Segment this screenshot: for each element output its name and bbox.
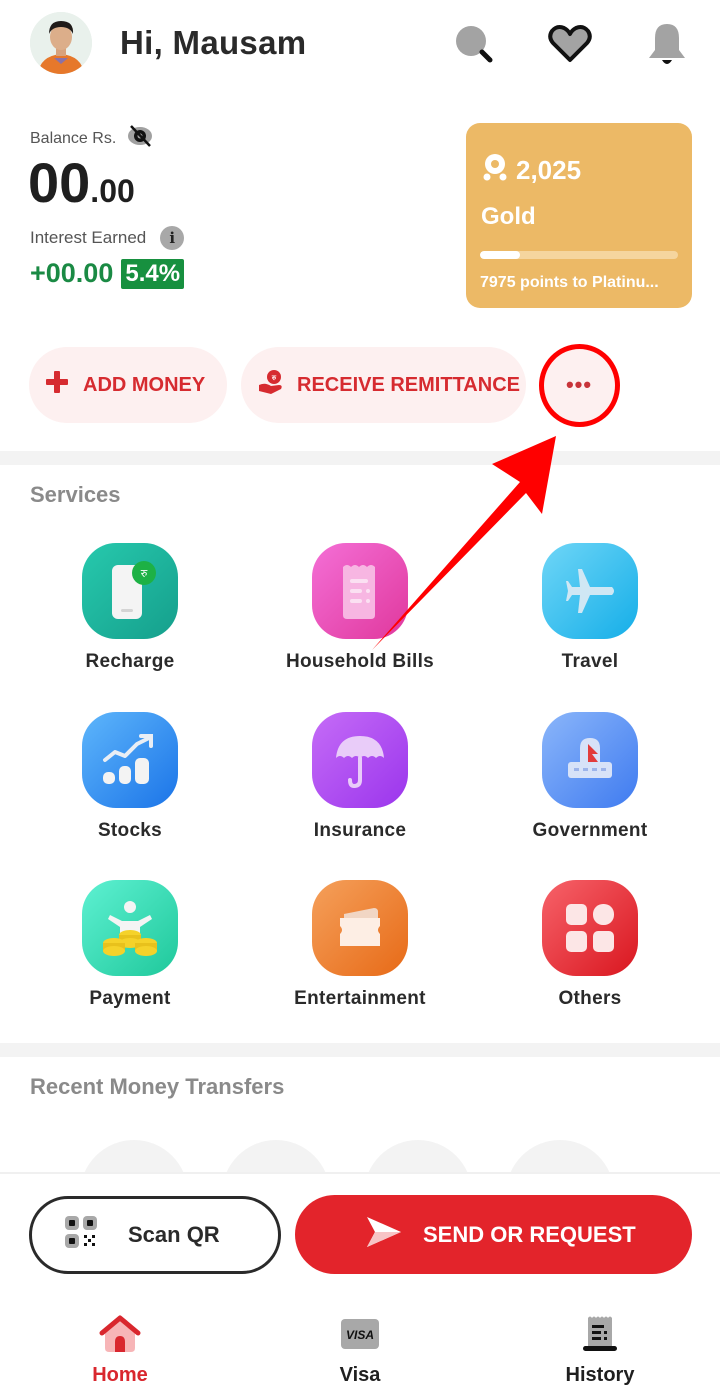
service-label: Government xyxy=(532,820,648,841)
rewards-points: 2,025 xyxy=(482,153,581,188)
greeting-text: Hi, Mausam xyxy=(120,24,307,61)
favorites-heart-icon[interactable] xyxy=(546,20,594,68)
balance-amount: 00.00 xyxy=(28,150,135,215)
more-dots-icon: ••• xyxy=(565,372,593,397)
nav-history[interactable]: History xyxy=(540,1312,660,1387)
scan-qr-button[interactable]: Scan QR xyxy=(29,1196,281,1274)
service-insurance[interactable]: Insurance xyxy=(260,712,460,842)
service-household-bills[interactable]: Household Bills xyxy=(260,543,460,673)
service-label: Others xyxy=(558,988,622,1009)
receive-remittance-label: RECEIVE REMITTANCE xyxy=(297,373,520,396)
send-or-request-label: SEND OR REQUEST xyxy=(423,1221,636,1247)
balance-major: 00 xyxy=(28,151,91,214)
service-label: Insurance xyxy=(313,820,407,841)
rewards-points-value: 2,025 xyxy=(516,155,582,185)
send-or-request-button[interactable]: SEND OR REQUEST xyxy=(295,1195,692,1274)
svg-text:VISA: VISA xyxy=(346,1328,374,1342)
service-label: Recharge xyxy=(85,651,175,672)
airplane-icon xyxy=(542,543,638,639)
receive-remittance-button[interactable]: रु RECEIVE REMITTANCE xyxy=(241,347,526,423)
nav-history-label: History xyxy=(565,1364,635,1386)
reward-coin-icon xyxy=(482,153,508,188)
nav-visa[interactable]: VISA Visa xyxy=(300,1312,420,1387)
service-entertainment[interactable]: Entertainment xyxy=(260,880,460,1010)
tier-progress-bar xyxy=(480,251,678,259)
more-actions-button[interactable]: ••• xyxy=(542,348,616,422)
nav-visa-label: Visa xyxy=(339,1364,381,1386)
next-tier-text: 7975 points to Platinu... xyxy=(480,274,659,291)
svg-text:रु: रु xyxy=(271,374,277,382)
government-building-icon xyxy=(542,712,638,808)
info-icon[interactable]: i xyxy=(160,226,185,250)
interest-label-text: Interest Earned xyxy=(30,228,147,247)
bottom-bar: Scan QR SEND OR REQUEST Home VISA Visa H… xyxy=(0,1172,720,1400)
interest-rate-badge: 5.4% xyxy=(121,258,185,289)
scan-qr-label: Scan QR xyxy=(128,1222,220,1247)
home-icon xyxy=(60,1312,180,1356)
service-government[interactable]: Government xyxy=(490,712,690,842)
service-travel[interactable]: Travel xyxy=(490,543,690,673)
service-recharge[interactable]: रु Recharge xyxy=(30,543,230,673)
add-money-button[interactable]: ADD MONEY xyxy=(29,347,227,423)
grid-icon xyxy=(542,880,638,976)
recent-transfers-title: Recent Money Transfers xyxy=(30,1074,285,1099)
qr-code-icon xyxy=(64,1215,98,1255)
umbrella-icon xyxy=(312,712,408,808)
service-stocks[interactable]: Stocks xyxy=(30,712,230,842)
add-money-label: ADD MONEY xyxy=(83,373,206,396)
service-others[interactable]: Others xyxy=(490,880,690,1010)
service-label: Household Bills xyxy=(285,651,435,672)
interest-value: +00.00 xyxy=(30,258,114,288)
services-title: Services xyxy=(30,482,121,507)
bill-receipt-icon xyxy=(312,543,408,639)
section-divider xyxy=(0,1043,720,1057)
balance-label-text: Balance Rs. xyxy=(30,129,117,147)
service-label: Stocks xyxy=(97,820,163,841)
coins-icon xyxy=(82,880,178,976)
service-payment[interactable]: Payment xyxy=(30,880,230,1010)
nav-home[interactable]: Home xyxy=(60,1312,180,1387)
interest-row: +00.00 5.4% xyxy=(30,258,185,289)
section-divider xyxy=(0,451,720,465)
tier-progress-fill xyxy=(480,251,520,259)
app-header: Hi, Mausam xyxy=(0,0,720,95)
stocks-chart-icon xyxy=(82,712,178,808)
notification-bell-icon[interactable] xyxy=(643,20,691,68)
rewards-card[interactable]: 2,025 Gold 7975 points to Platinu... xyxy=(466,123,692,308)
remittance-hand-icon: रु xyxy=(257,369,285,401)
plus-icon xyxy=(45,370,69,400)
service-label: Entertainment xyxy=(294,988,426,1009)
eye-hidden-icon[interactable] xyxy=(126,124,154,153)
profile-avatar[interactable] xyxy=(30,12,92,74)
send-arrow-icon xyxy=(365,1215,403,1255)
service-label: Payment xyxy=(89,988,171,1009)
history-receipt-icon xyxy=(540,1312,660,1356)
balance-minor: .00 xyxy=(90,173,135,209)
rewards-tier: Gold xyxy=(481,203,536,230)
svg-text:रु: रु xyxy=(141,567,148,580)
visa-card-icon: VISA xyxy=(300,1312,420,1356)
recharge-phone-icon: रु xyxy=(82,543,178,639)
balance-label: Balance Rs. xyxy=(30,124,154,153)
ticket-icon xyxy=(312,880,408,976)
search-icon[interactable] xyxy=(450,20,498,68)
interest-label: Interest Earned i xyxy=(30,226,185,250)
nav-home-label: Home xyxy=(92,1364,148,1386)
service-label: Travel xyxy=(561,651,619,672)
